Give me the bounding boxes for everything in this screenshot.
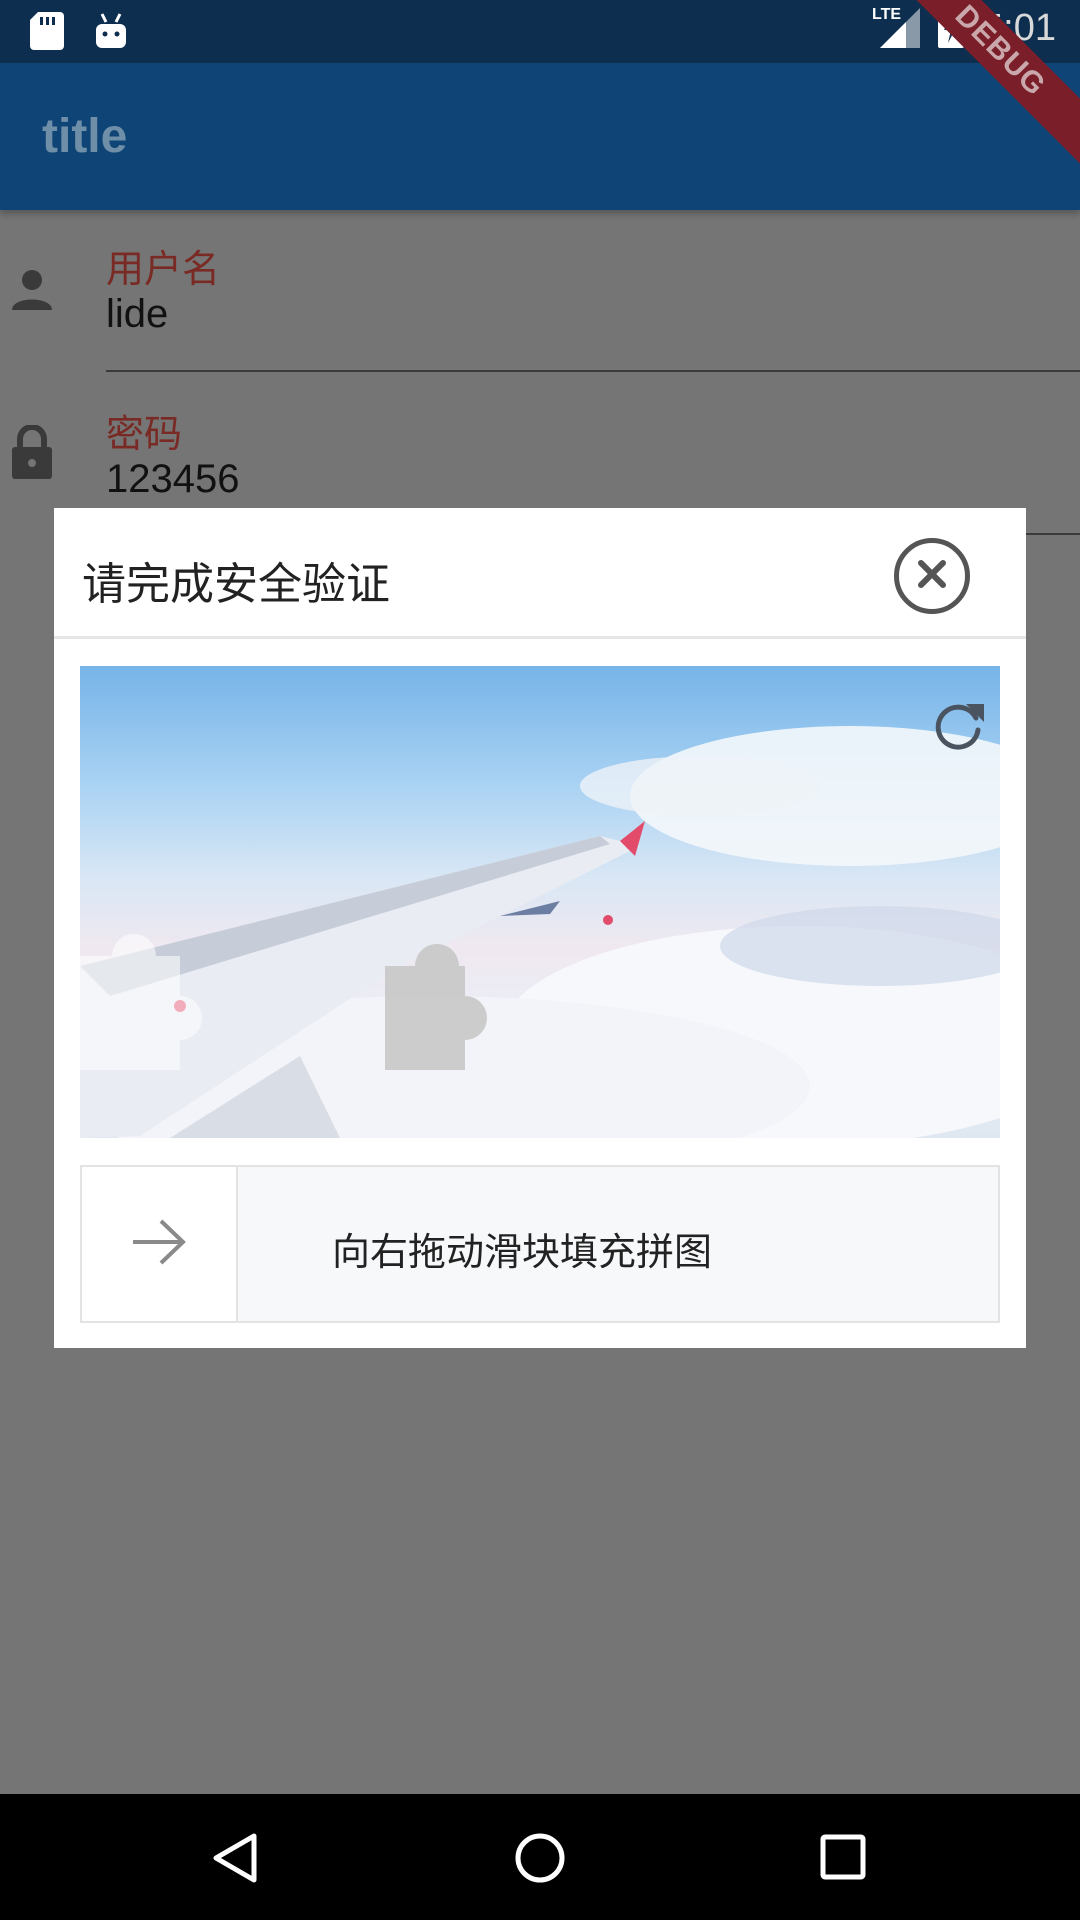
sd-card-icon bbox=[30, 12, 64, 54]
password-label: 密码 bbox=[106, 412, 183, 456]
username-underline bbox=[106, 370, 1080, 372]
recents-icon[interactable] bbox=[820, 1834, 866, 1884]
network-type-label: LTE bbox=[872, 6, 902, 23]
dialog-title: 请完成安全验证 bbox=[82, 559, 390, 610]
refresh-icon bbox=[930, 704, 988, 758]
security-verification-dialog: 请完成安全验证 向右拖动滑块填充拼图 bbox=[54, 508, 1026, 1348]
arrow-right-icon bbox=[129, 1217, 189, 1271]
app-title: title bbox=[42, 110, 128, 163]
back-icon[interactable] bbox=[210, 1832, 258, 1888]
puzzle-image bbox=[80, 666, 1000, 1138]
status-bar: LTE 5:01 bbox=[0, 0, 1080, 63]
close-button[interactable] bbox=[894, 538, 970, 614]
slider-track[interactable]: 向右拖动滑块填充拼图 bbox=[80, 1165, 1000, 1323]
person-icon bbox=[10, 268, 54, 316]
home-icon[interactable] bbox=[514, 1832, 566, 1888]
signal-icon: LTE bbox=[872, 4, 921, 52]
refresh-button[interactable] bbox=[930, 696, 988, 754]
lock-icon bbox=[10, 424, 54, 485]
android-icon bbox=[94, 12, 128, 54]
close-circle-icon bbox=[914, 556, 950, 596]
username-field[interactable]: 用户名 lide bbox=[0, 230, 1080, 375]
slider-instruction: 向右拖动滑块填充拼图 bbox=[332, 1230, 713, 1274]
username-label: 用户名 bbox=[106, 247, 221, 291]
password-value[interactable]: 123456 bbox=[106, 457, 239, 502]
slider-handle[interactable] bbox=[82, 1167, 238, 1321]
app-bar: title bbox=[0, 63, 1080, 210]
dialog-divider bbox=[54, 636, 1026, 639]
username-value[interactable]: lide bbox=[106, 292, 168, 337]
navigation-bar bbox=[0, 1794, 1080, 1920]
